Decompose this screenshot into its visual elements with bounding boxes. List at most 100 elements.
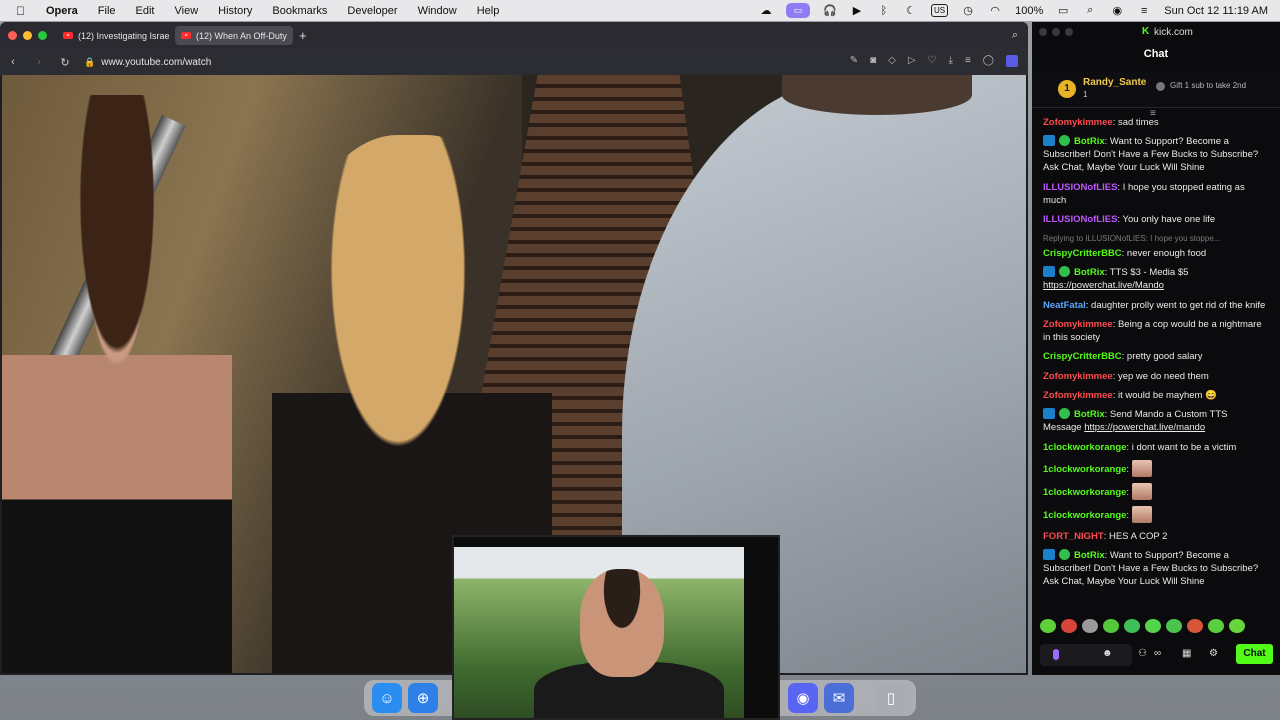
chat-text: : sad times (1112, 117, 1159, 128)
mail-icon[interactable]: ✉ (824, 683, 854, 713)
headphones-icon[interactable]: 🎧 (823, 5, 837, 17)
download-icon[interactable]: ⤓ (949, 55, 953, 67)
chat-username[interactable]: Zofomykimmee (1043, 390, 1113, 401)
forward-icon[interactable]: › (26, 56, 52, 68)
menu-developer[interactable]: Developer (347, 5, 397, 17)
chat-window-bar: K kick.com (1032, 22, 1280, 42)
chat-username[interactable]: CrispyCritterBBC (1043, 351, 1122, 362)
emote-icon[interactable] (1208, 619, 1224, 633)
emote-icon[interactable] (1124, 619, 1140, 633)
wifi-icon[interactable]: ◠ (988, 5, 1002, 17)
extension-icon[interactable] (1006, 55, 1018, 67)
reload-icon[interactable]: ↻ (52, 56, 78, 69)
input-source[interactable]: US (930, 4, 949, 17)
chat-username[interactable]: ILLUSIONofLIES (1043, 182, 1117, 193)
emote-icon[interactable] (1145, 619, 1161, 633)
url-field[interactable]: www.youtube.com/watch (101, 57, 211, 68)
send-chat-button[interactable]: Chat (1236, 644, 1273, 664)
zoom-window-button[interactable] (1065, 28, 1073, 36)
chat-username[interactable]: ILLUSIONofLIES (1043, 214, 1117, 225)
chat-username[interactable]: Zofomykimmee (1043, 371, 1113, 382)
tab-search-icon[interactable]: ⌕ (1012, 29, 1018, 42)
back-icon[interactable]: ‹ (0, 56, 26, 68)
chat-username[interactable]: Zofomykimmee (1043, 117, 1113, 128)
mic-icon[interactable] (1053, 649, 1059, 660)
cloud-icon[interactable]: ☁ (759, 5, 773, 17)
close-window-button[interactable] (1039, 28, 1047, 36)
chat-text: : (1126, 510, 1132, 522)
bot-badge-icon (1043, 549, 1055, 561)
flow-icon[interactable]: ▷ (908, 55, 916, 67)
discord-icon[interactable]: ◉ (788, 683, 818, 713)
chat-username[interactable]: BotRix (1074, 409, 1105, 420)
emote-icon[interactable] (1082, 619, 1098, 633)
minimize-window-button[interactable] (1052, 28, 1060, 36)
finder-icon[interactable]: ☺ (372, 683, 402, 713)
chat-username[interactable]: CrispyCritterBBC (1043, 248, 1122, 259)
menu-app[interactable]: Opera (46, 5, 78, 17)
emote-icon[interactable] (1166, 619, 1182, 633)
safari-icon[interactable]: ⊕ (408, 683, 438, 713)
menu-history[interactable]: History (218, 5, 252, 17)
user-icon[interactable]: ◉ (1110, 5, 1124, 17)
calendar-icon[interactable]: ▦ (1182, 648, 1191, 659)
chat-username[interactable]: FORT_NIGHT (1043, 531, 1104, 542)
control-center-icon[interactable]: ≡ (1137, 5, 1151, 17)
menu-help[interactable]: Help (477, 5, 500, 17)
infinity-icon[interactable]: ∞ (1154, 648, 1161, 659)
menu-window[interactable]: Window (418, 5, 457, 17)
battery-icon[interactable]: ▭ (1056, 5, 1070, 17)
camera-icon[interactable]: ◙ (870, 55, 876, 67)
top-gifter-name[interactable]: Randy_Sante (1083, 77, 1146, 88)
gear-icon[interactable]: ⚙ (1209, 648, 1218, 659)
chat-username[interactable]: BotRix (1074, 267, 1105, 278)
menu-edit[interactable]: Edit (136, 5, 155, 17)
chat-link[interactable]: https://powerchat.live/mando (1084, 422, 1205, 433)
emote-bar (1040, 619, 1245, 633)
heart-icon[interactable]: ♡ (928, 55, 937, 67)
emoji-icon[interactable]: ☻ (1102, 648, 1113, 659)
screen-record-icon[interactable]: ▭ (785, 3, 810, 18)
menu-bookmarks[interactable]: Bookmarks (272, 5, 327, 17)
chat-username[interactable]: BotRix (1074, 136, 1105, 147)
emote-icon[interactable] (1061, 619, 1077, 633)
emote-icon[interactable] (1040, 619, 1056, 633)
chat-username[interactable]: 1clockworkorange (1043, 464, 1126, 475)
chat-username[interactable]: BotRix (1074, 550, 1105, 561)
tab-1[interactable]: (12) Investigating Israeli (57, 26, 175, 45)
profile-icon[interactable]: ◯ (983, 55, 994, 67)
edit-icon[interactable]: ✎ (850, 55, 858, 67)
tab-2[interactable]: (12) When An Off-Duty (175, 26, 293, 45)
chat-username[interactable]: 1clockworkorange (1043, 487, 1126, 498)
chat-message: ILLUSIONofLIES: I hope you stopped eatin… (1043, 181, 1268, 207)
chat-username[interactable]: 1clockworkorange (1043, 442, 1126, 453)
datetime[interactable]: Sun Oct 12 11:19 AM (1164, 5, 1268, 17)
menu-view[interactable]: View (175, 5, 199, 17)
apple-icon[interactable]:  (16, 4, 30, 18)
emote-icon[interactable] (1187, 619, 1203, 633)
chat-username[interactable]: Zofomykimmee (1043, 319, 1113, 330)
bluetooth-icon[interactable]: ᛒ (877, 5, 891, 17)
users-icon[interactable]: ⚇ (1138, 648, 1147, 659)
chat-username[interactable]: 1clockworkorange (1043, 510, 1126, 521)
menu-file[interactable]: File (98, 5, 116, 17)
emote-icon[interactable] (1229, 619, 1245, 633)
clock-icon[interactable]: ◷ (961, 5, 975, 17)
trash-icon[interactable]: ▯ (876, 683, 906, 713)
top-gifter-banner[interactable]: 1 Randy_Sante 1 Gift 1 sub to take 2nd ≡ (1032, 72, 1280, 119)
emote-icon[interactable] (1103, 619, 1119, 633)
moon-icon[interactable]: ☾ (904, 5, 918, 17)
chat-link[interactable]: https://powerchat.live/Mando (1043, 280, 1164, 291)
chat-message: NeatFatal: daughter prolly went to get r… (1043, 299, 1268, 312)
chat-text: : never enough food (1121, 248, 1207, 260)
play-icon[interactable]: ▶ (850, 5, 864, 17)
search-icon[interactable]: ⌕ (1083, 4, 1097, 17)
close-window-button[interactable] (8, 31, 17, 40)
cube-icon[interactable]: ◇ (888, 55, 896, 67)
zoom-window-button[interactable] (38, 31, 47, 40)
chat-message: BotRix: Send Mando a Custom TTS Message … (1043, 408, 1268, 434)
menu-icon[interactable]: ≡ (965, 55, 971, 67)
minimize-window-button[interactable] (23, 31, 32, 40)
chat-username[interactable]: NeatFatal (1043, 300, 1086, 311)
new-tab-button[interactable]: + (299, 28, 307, 43)
